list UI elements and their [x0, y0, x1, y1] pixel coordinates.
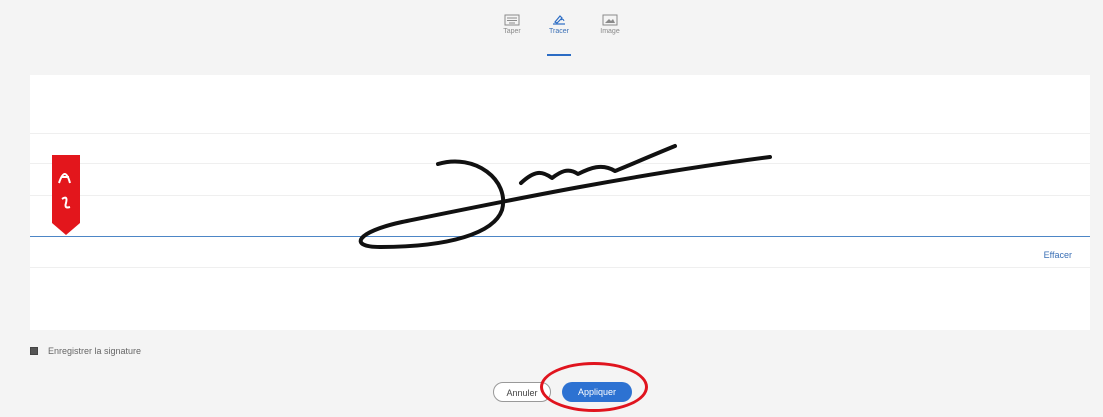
tab-type-label: Taper — [503, 28, 521, 35]
tab-image[interactable]: Image — [592, 14, 628, 35]
save-signature-option[interactable]: Enregistrer la signature — [30, 346, 141, 356]
image-icon — [602, 14, 618, 26]
tab-image-label: Image — [600, 28, 620, 35]
clear-signature-link[interactable]: Effacer — [1044, 250, 1072, 260]
tab-type[interactable]: Taper — [494, 14, 530, 35]
save-signature-label: Enregistrer la signature — [48, 346, 142, 356]
apply-button[interactable]: Appliquer — [562, 382, 632, 402]
cancel-button[interactable]: Annuler — [493, 382, 551, 402]
tab-draw[interactable]: Tracer — [541, 14, 577, 56]
keyboard-icon — [504, 14, 520, 26]
save-signature-checkbox[interactable] — [30, 347, 38, 355]
active-tab-underline — [547, 54, 571, 56]
drawn-signature — [358, 144, 772, 249]
draw-icon — [553, 15, 565, 25]
signature-draw-area[interactable]: Effacer — [30, 75, 1090, 330]
signature-mode-tabs: Taper Tracer Image — [0, 0, 1103, 62]
tab-draw-label: Tracer — [549, 28, 569, 35]
